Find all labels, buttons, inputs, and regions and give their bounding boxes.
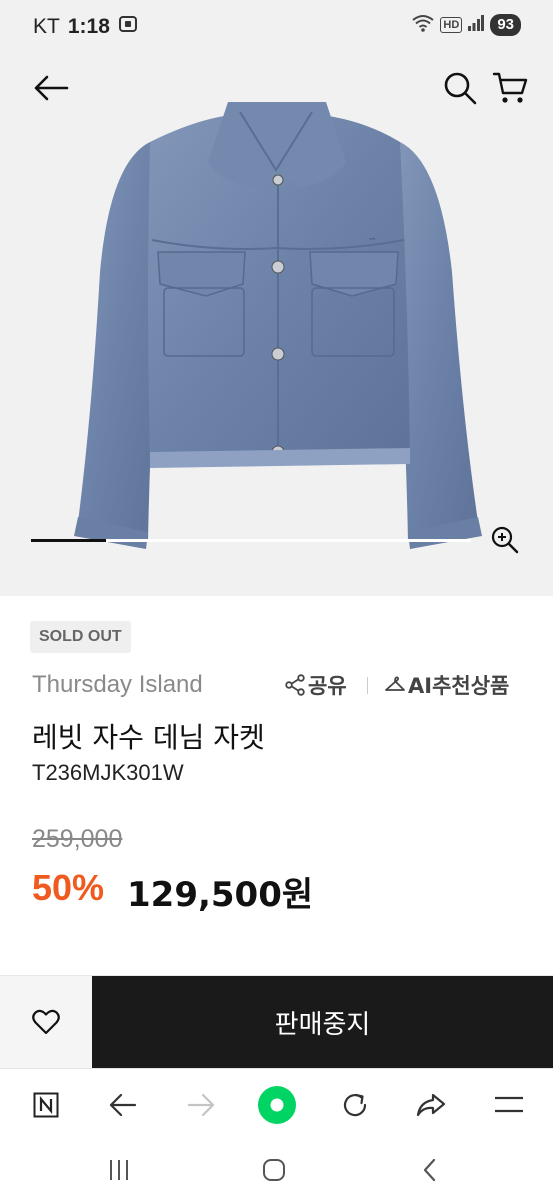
naver-home-button[interactable] (24, 1083, 68, 1127)
share-icon (285, 674, 305, 696)
status-right: HD 93 (412, 14, 521, 36)
ai-recommend-label: AI추천상품 (408, 674, 510, 698)
search-button[interactable] (440, 68, 480, 108)
arrow-left-icon (34, 75, 69, 101)
forward-arrow-icon (187, 1093, 215, 1117)
menu-icon (495, 1096, 523, 1113)
browser-toolbar (0, 1068, 553, 1140)
product-image: ∽ (74, 102, 482, 549)
browser-home-button[interactable] (255, 1083, 299, 1127)
recent-apps-icon (110, 1160, 128, 1180)
product-name: 레빗 자수 데님 자켓 (32, 721, 265, 754)
zoom-in-icon (491, 526, 519, 554)
status-bar: KT 1:18 HD 93 (0, 0, 553, 52)
share-label: 공유 (308, 674, 347, 698)
hd-badge: HD (440, 17, 463, 33)
search-icon (444, 72, 477, 105)
refresh-icon (343, 1093, 367, 1117)
original-price: 259,000 (32, 825, 123, 853)
screenshot-icon (118, 14, 138, 40)
back-arrow-icon (109, 1093, 137, 1117)
system-home-button[interactable] (252, 1150, 296, 1190)
cart-button[interactable] (489, 68, 531, 108)
n-logo-icon (33, 1092, 59, 1118)
home-dot-icon (258, 1086, 296, 1124)
share-button[interactable]: 공유 (284, 670, 347, 700)
gallery-progress-fill (31, 539, 106, 542)
wishlist-button[interactable] (0, 976, 92, 1068)
back-icon (423, 1158, 436, 1182)
discount-rate: 50% (32, 867, 105, 908)
svg-text:∽: ∽ (368, 234, 376, 245)
system-navigation-bar (0, 1140, 553, 1200)
sale-price: 129,500원 (127, 875, 314, 915)
sales-stopped-button[interactable]: 판매중지 (92, 976, 553, 1068)
carrier-label: KT (33, 15, 60, 38)
system-back-button[interactable] (408, 1150, 452, 1190)
clock: 1:18 (67, 15, 110, 38)
cart-icon (492, 72, 528, 103)
back-button[interactable] (30, 68, 72, 108)
signal-icon (468, 15, 485, 35)
browser-share-button[interactable] (409, 1083, 453, 1127)
share-arrow-icon (416, 1093, 446, 1117)
gallery-progress (31, 539, 471, 542)
home-icon (263, 1159, 285, 1181)
battery-badge: 93 (490, 14, 521, 36)
heart-icon (32, 1009, 60, 1035)
browser-menu-button[interactable] (487, 1083, 531, 1127)
brand-link[interactable]: Thursday Island (32, 671, 203, 699)
sold-out-badge: SOLD OUT (30, 621, 131, 653)
browser-forward-button[interactable] (179, 1083, 223, 1127)
ai-recommend-button[interactable]: AI추천상품 (384, 670, 509, 700)
browser-back-button[interactable] (101, 1083, 145, 1127)
hanger-icon (385, 676, 405, 691)
browser-refresh-button[interactable] (333, 1083, 377, 1127)
zoom-button[interactable] (487, 522, 523, 558)
wifi-icon (412, 14, 435, 36)
product-code: T236MJK301W (32, 760, 184, 785)
recent-apps-button[interactable] (97, 1150, 141, 1190)
divider (367, 677, 368, 694)
status-left: KT 1:18 (33, 14, 138, 40)
product-gallery[interactable]: ∽ (0, 52, 553, 596)
